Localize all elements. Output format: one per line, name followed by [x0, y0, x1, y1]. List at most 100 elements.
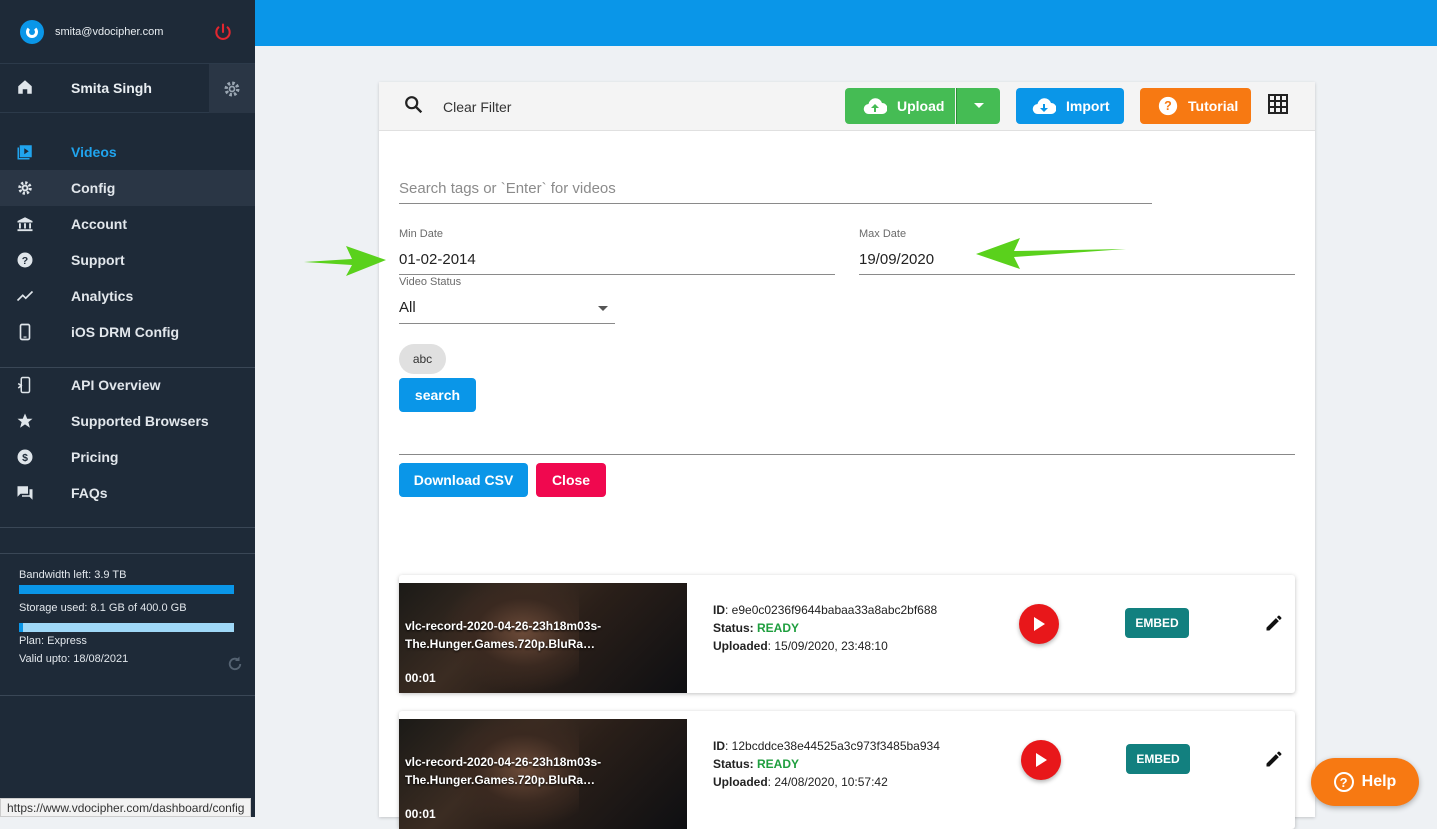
cloud-download-icon: [1032, 98, 1056, 115]
nav-divider-bottom: [0, 527, 255, 528]
valid-upto-text: Valid upto: 18/08/2021: [19, 653, 129, 665]
stats-divider-bottom: [0, 695, 255, 696]
vdocipher-logo: [20, 19, 44, 44]
forum-icon: [17, 486, 33, 500]
nav-item-faqs[interactable]: FAQs: [0, 475, 255, 511]
tag-chip[interactable]: abc: [399, 344, 446, 374]
clear-filter-link[interactable]: Clear Filter: [443, 99, 511, 115]
storage-bar: [19, 623, 234, 632]
nav-item-pricing[interactable]: $ Pricing: [0, 439, 255, 475]
download-csv-button[interactable]: Download CSV: [399, 463, 528, 497]
video-status: READY: [757, 621, 800, 635]
nav-item-videos[interactable]: Videos: [0, 134, 255, 170]
search-button[interactable]: search: [399, 378, 476, 412]
annotation-arrow-icon: [304, 246, 386, 276]
tag-search-placeholder: Search tags or `Enter` for videos: [399, 180, 616, 197]
min-date-field[interactable]: Min Date 01-02-2014: [399, 228, 835, 275]
bandwidth-text: Bandwidth left: 3.9 TB: [19, 569, 127, 581]
secondary-nav: API Overview Supported Browsers $ Pricin…: [0, 367, 255, 511]
nav-item-supported-browsers[interactable]: Supported Browsers: [0, 403, 255, 439]
embed-button[interactable]: EMBED: [1126, 744, 1190, 774]
help-circle-icon: ?: [1158, 96, 1178, 116]
nav-item-account[interactable]: Account: [0, 206, 255, 242]
phone-icon: [19, 323, 31, 341]
video-id: e9e0c0236f9644babaa33a8abc2bf688: [731, 603, 938, 617]
upload-date: 24/08/2020, 10:57:42: [774, 775, 888, 789]
video-card: vlc-record-2020-04-26-23h18m03s-The.Hung…: [399, 575, 1295, 693]
close-button[interactable]: Close: [536, 463, 606, 497]
edit-pencil-icon[interactable]: [1264, 749, 1284, 774]
uploaded-label: Uploaded: [713, 775, 768, 789]
play-button[interactable]: [1021, 740, 1061, 780]
status-label: Status:: [713, 757, 754, 771]
caret-down-icon: [598, 306, 608, 311]
search-icon[interactable]: [403, 94, 425, 121]
gear-icon: [224, 81, 240, 96]
dollar-icon: $: [17, 449, 33, 465]
settings-button[interactable]: [209, 64, 255, 113]
play-button[interactable]: [1019, 604, 1059, 644]
video-toolbar: Clear Filter Upload Import ? Tutorial: [379, 82, 1315, 131]
video-thumbnail[interactable]: vlc-record-2020-04-26-23h18m03s-The.Hung…: [399, 583, 687, 693]
id-label: ID: [713, 603, 725, 617]
top-app-bar: [255, 0, 1437, 46]
max-date-value: 19/09/2020: [859, 251, 935, 268]
help-circle-icon: ?: [17, 252, 33, 268]
video-status-label: Video Status: [399, 276, 462, 288]
video-title: vlc-record-2020-04-26-23h18m03s-The.Hung…: [405, 619, 602, 651]
status-label: Status:: [713, 621, 754, 635]
video-card: vlc-record-2020-04-26-23h18m03s-The.Hung…: [399, 711, 1295, 829]
tutorial-button[interactable]: ? Tutorial: [1140, 88, 1251, 124]
svg-text:$: $: [22, 452, 28, 464]
video-meta: ID: e9e0c0236f9644babaa33a8abc2bf688 Sta…: [713, 603, 938, 653]
id-label: ID: [713, 739, 725, 753]
video-status-select[interactable]: Video Status All: [399, 276, 615, 324]
power-icon[interactable]: [213, 22, 233, 46]
plan-text: Plan: Express: [19, 635, 87, 647]
video-duration: 00:01: [405, 671, 436, 685]
video-id: 12bcddce38e44525a3c973f3485ba934: [731, 739, 940, 753]
account-email: smita@vdocipher.com: [55, 25, 164, 38]
storage-bar-fill: [19, 623, 24, 632]
status-bar-url: https://www.vdocipher.com/dashboard/conf…: [0, 798, 252, 817]
uploaded-label: Uploaded: [713, 639, 768, 653]
nav-item-analytics[interactable]: Analytics: [0, 278, 255, 314]
edit-pencil-icon[interactable]: [1264, 613, 1284, 638]
home-icon[interactable]: [16, 78, 34, 101]
video-thumbnail[interactable]: vlc-record-2020-04-26-23h18m03s-The.Hung…: [399, 719, 687, 829]
min-date-value: 01-02-2014: [399, 251, 476, 268]
nav-item-ios-drm-config[interactable]: iOS DRM Config: [0, 314, 255, 350]
video-meta: ID: 12bcddce38e44525a3c973f3485ba934 Sta…: [713, 739, 940, 789]
sidebar: smita@vdocipher.com Smita Singh Videos C…: [0, 0, 255, 817]
cloud-upload-icon: [863, 98, 887, 115]
primary-nav: Videos Config Account ? Support Analytic…: [0, 134, 255, 350]
user-name[interactable]: Smita Singh: [71, 80, 152, 96]
help-button[interactable]: ? Help: [1311, 758, 1419, 806]
import-button[interactable]: Import: [1016, 88, 1124, 124]
play-icon: [1034, 617, 1045, 631]
video-duration: 00:01: [405, 807, 436, 821]
bandwidth-bar: [19, 585, 234, 594]
video-library-icon: [17, 145, 32, 160]
max-date-label: Max Date: [859, 228, 907, 240]
user-row: Smita Singh: [0, 64, 255, 113]
filter-divider: [399, 454, 1295, 455]
grid-view-icon[interactable]: [1268, 94, 1288, 119]
star-icon: [17, 413, 33, 428]
nav-item-config[interactable]: Config: [0, 170, 255, 206]
help-circle-icon: ?: [1333, 772, 1354, 792]
bank-icon: [17, 217, 33, 232]
embed-button[interactable]: EMBED: [1125, 608, 1189, 638]
upload-dropdown-button[interactable]: [956, 88, 1000, 124]
videos-card: Clear Filter Upload Import ? Tutorial Se…: [379, 82, 1315, 829]
video-title: vlc-record-2020-04-26-23h18m03s-The.Hung…: [405, 755, 602, 787]
play-icon: [1036, 753, 1047, 767]
annotation-arrow-icon: [976, 238, 1126, 269]
nav-item-support[interactable]: ? Support: [0, 242, 255, 278]
upload-button[interactable]: Upload: [845, 88, 955, 124]
gear-icon: [18, 181, 32, 195]
min-date-label: Min Date: [399, 228, 444, 240]
tag-search-input[interactable]: Search tags or `Enter` for videos: [399, 172, 1152, 204]
nav-item-api-overview[interactable]: API Overview: [0, 367, 255, 403]
refresh-icon[interactable]: [226, 655, 244, 678]
